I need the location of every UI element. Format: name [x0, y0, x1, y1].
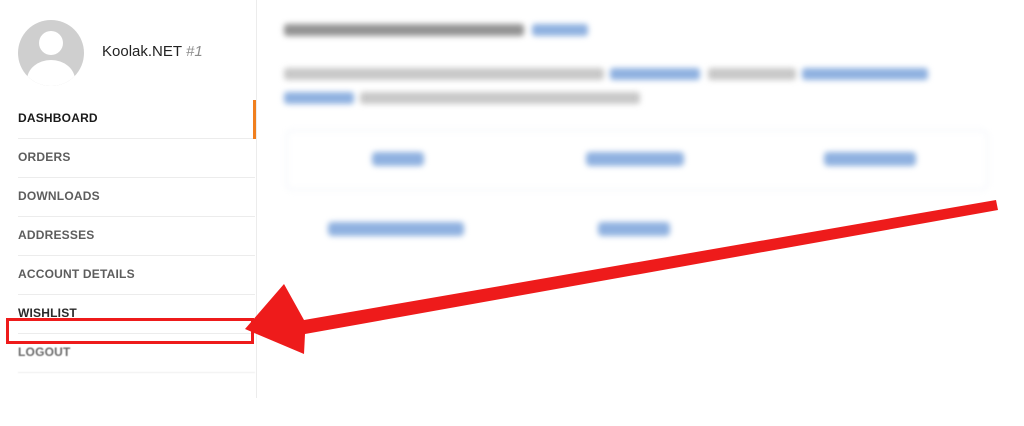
arrow-icon [245, 200, 998, 354]
annotation-arrow [245, 200, 998, 354]
